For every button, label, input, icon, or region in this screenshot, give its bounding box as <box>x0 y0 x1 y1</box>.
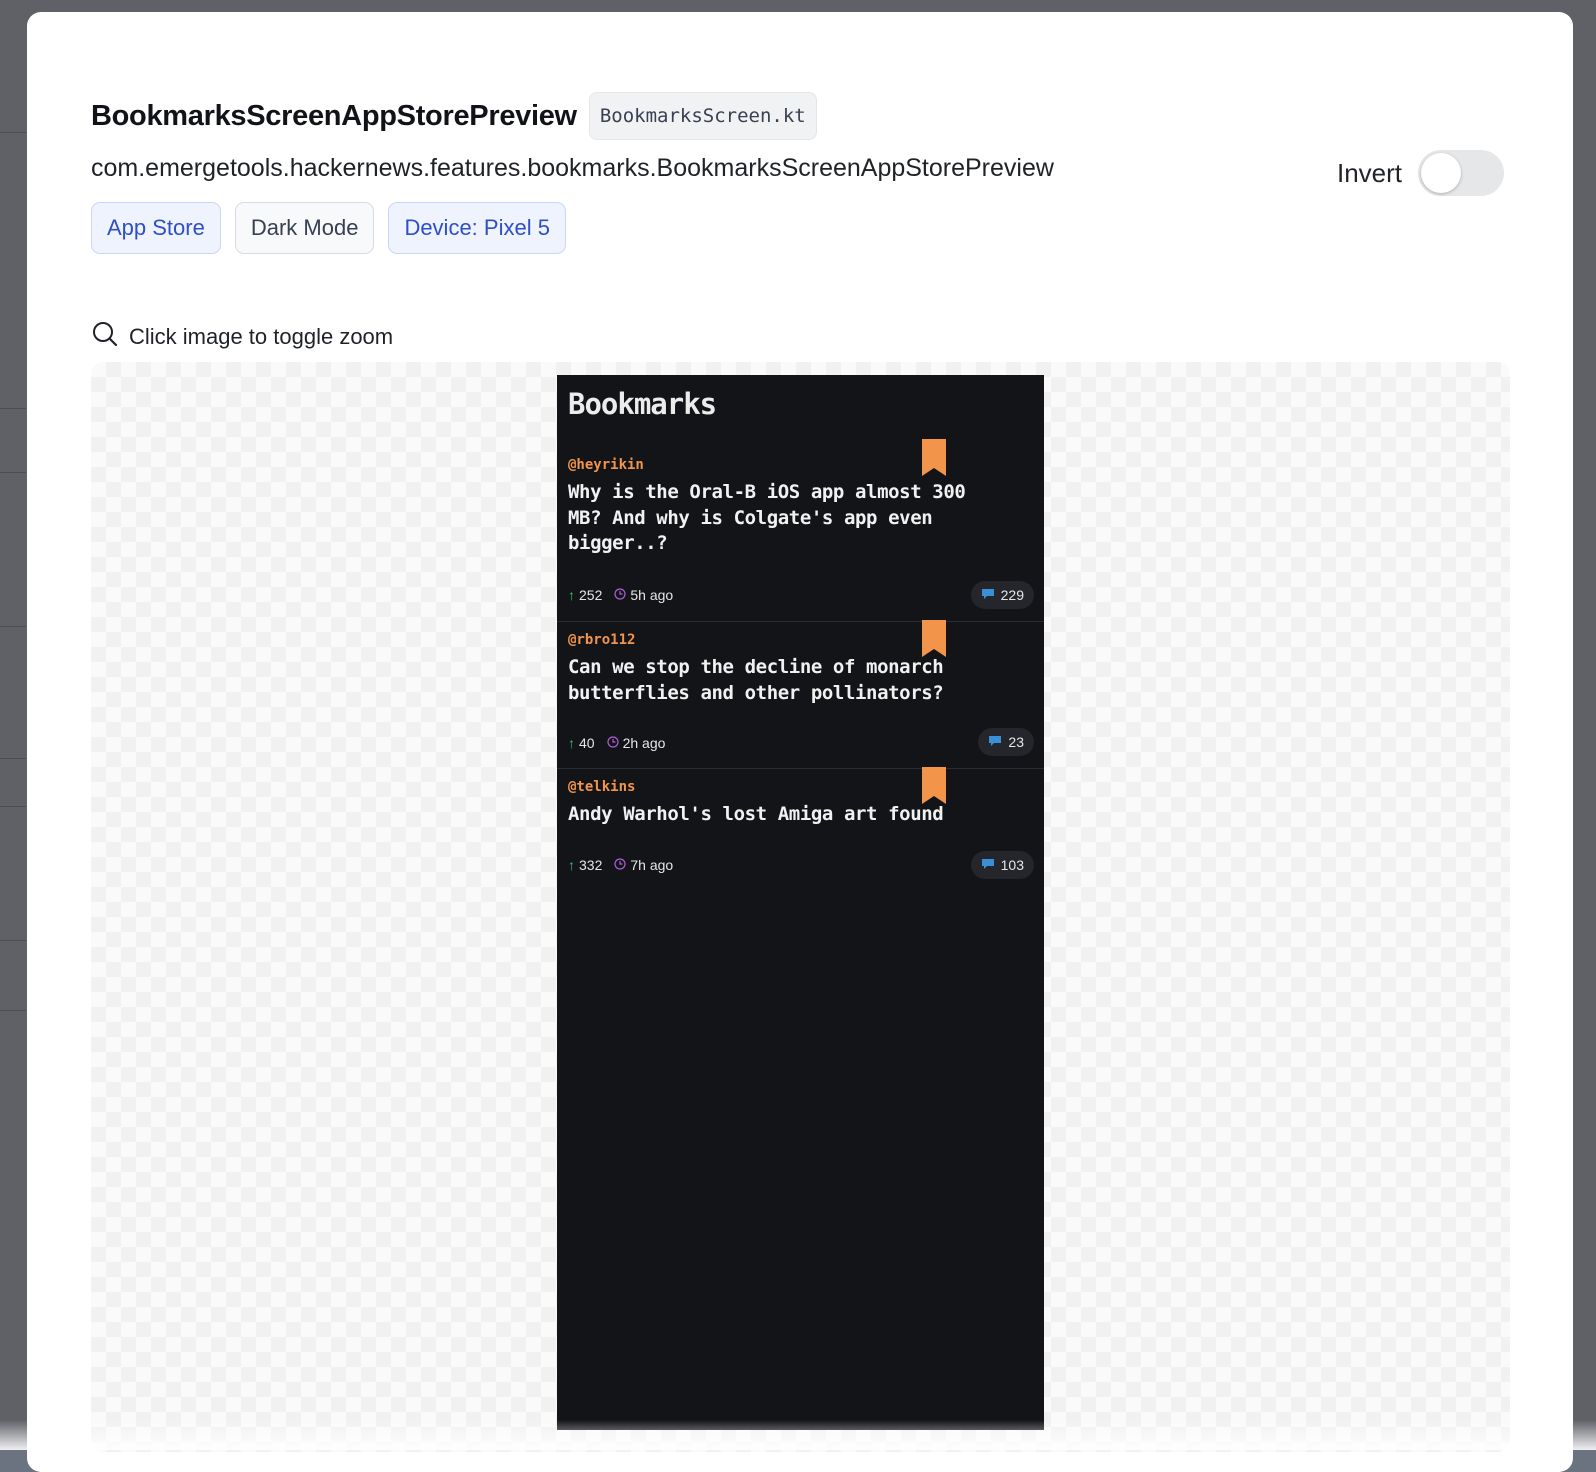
background-divider <box>0 806 26 807</box>
story-author: @telkins <box>568 779 636 795</box>
clock-icon <box>614 587 626 603</box>
story-points: 332 <box>579 857 603 873</box>
tag-dark-mode[interactable]: Dark Mode <box>234 202 375 254</box>
story-time: 2h ago <box>622 735 666 751</box>
tag-list: App Store Dark Mode Device: Pixel 5 <box>91 202 566 254</box>
bookmark-icon[interactable] <box>922 620 946 657</box>
background-divider <box>0 758 26 759</box>
comments-button[interactable]: 23 <box>978 728 1034 756</box>
invert-control: Invert <box>1337 150 1505 196</box>
tag-app-store[interactable]: App Store <box>91 202 221 254</box>
screen-title: Bookmarks <box>568 387 717 421</box>
story-author: @rbro112 <box>568 632 636 648</box>
clock-icon <box>614 857 626 873</box>
toggle-knob <box>1421 153 1462 193</box>
comment-icon <box>981 857 995 873</box>
comments-button[interactable]: 229 <box>970 581 1034 609</box>
story-meta: ↑ 40 2h ago <box>568 735 665 751</box>
preview-image[interactable]: Bookmarks @heyrikin Why is the Oral-B iO… <box>557 375 1044 1430</box>
comment-count: 103 <box>1000 857 1024 873</box>
file-name-chip[interactable]: BookmarksScreen.kt <box>588 92 817 140</box>
zoom-hint-text: Click image to toggle zoom <box>129 323 394 349</box>
background-divider <box>0 626 26 627</box>
background-divider <box>0 472 26 473</box>
upvote-icon: ↑ <box>568 587 575 603</box>
comment-count: 229 <box>1000 587 1024 603</box>
zoom-hint: Click image to toggle zoom <box>91 320 393 353</box>
story-item[interactable]: @rbro112 Can we stop the decline of mona… <box>557 620 1044 769</box>
story-time: 7h ago <box>630 857 674 873</box>
invert-label: Invert <box>1337 157 1403 188</box>
story-points: 40 <box>579 735 595 751</box>
upvote-icon: ↑ <box>568 857 575 873</box>
background-divider <box>0 408 26 409</box>
bookmark-icon[interactable] <box>922 767 946 804</box>
preview-title: BookmarksScreenAppStorePreview <box>91 99 577 132</box>
story-author: @heyrikin <box>568 457 644 473</box>
story-points: 252 <box>579 587 603 603</box>
story-item[interactable]: @heyrikin Why is the Oral-B iOS app almo… <box>557 439 1044 622</box>
bottom-fade <box>0 1420 1596 1450</box>
story-item[interactable]: @telkins Andy Warhol's lost Amiga art fo… <box>557 767 1044 893</box>
background-divider <box>0 1010 26 1011</box>
comments-button[interactable]: 103 <box>970 851 1034 879</box>
fully-qualified-name: com.emergetools.hackernews.features.book… <box>91 154 1054 182</box>
upvote-icon: ↑ <box>568 735 575 751</box>
story-time: 5h ago <box>630 587 674 603</box>
story-title: Andy Warhol's lost Amiga art found <box>568 803 944 825</box>
story-meta: ↑ 252 5h ago <box>568 587 673 603</box>
background-divider <box>0 940 26 941</box>
search-icon <box>91 320 119 353</box>
story-meta: ↑ 332 7h ago <box>568 857 673 873</box>
comment-icon <box>988 734 1002 750</box>
comment-count: 23 <box>1008 734 1024 750</box>
clock-icon <box>606 735 619 751</box>
invert-toggle[interactable] <box>1418 150 1505 196</box>
bookmark-icon[interactable] <box>922 439 946 476</box>
title-row: BookmarksScreenAppStorePreview Bookmarks… <box>91 92 817 140</box>
background-divider <box>0 132 26 133</box>
comment-icon <box>981 587 995 603</box>
story-title: Why is the Oral-B iOS app almost 300 MB?… <box>568 481 966 554</box>
tag-device[interactable]: Device: Pixel 5 <box>388 202 566 254</box>
story-title: Can we stop the decline of monarch butte… <box>568 656 944 704</box>
